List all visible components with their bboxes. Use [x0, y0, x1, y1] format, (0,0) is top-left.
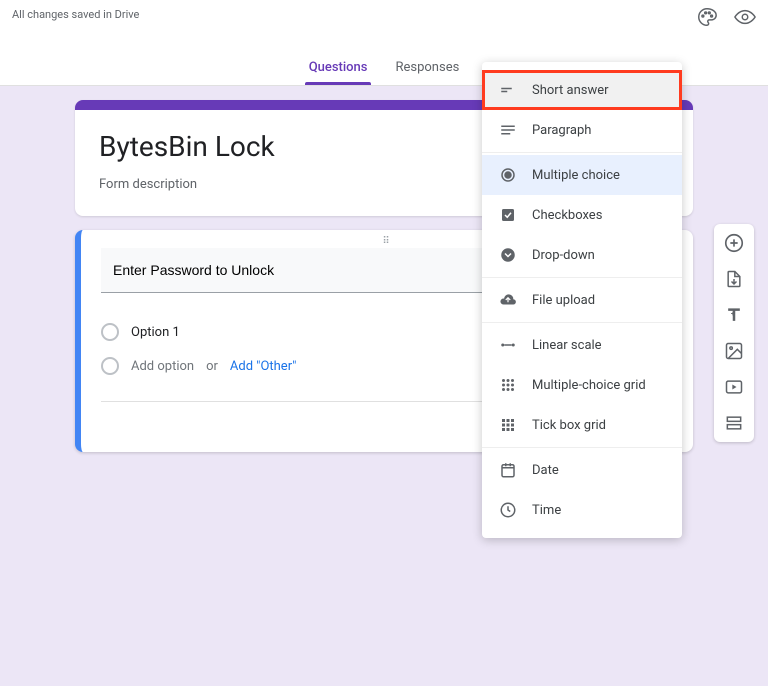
type-tick-grid[interactable]: Tick box grid [482, 405, 682, 445]
or-label: or [206, 359, 218, 374]
add-title-icon[interactable] [723, 304, 745, 326]
tab-responses[interactable]: Responses [395, 52, 459, 85]
clock-icon [498, 500, 518, 520]
type-mc-grid[interactable]: Multiple-choice grid [482, 365, 682, 405]
add-option-label[interactable]: Add option [131, 359, 194, 374]
dd-label: Time [532, 503, 561, 518]
type-date[interactable]: Date [482, 450, 682, 490]
dd-label: Multiple-choice grid [532, 378, 646, 393]
add-question-icon[interactable] [723, 232, 745, 254]
type-time[interactable]: Time [482, 490, 682, 530]
radio-icon [101, 323, 119, 341]
dropdown-icon [498, 245, 518, 265]
type-linear-scale[interactable]: Linear scale [482, 325, 682, 365]
preview-icon[interactable] [734, 6, 756, 28]
add-section-icon[interactable] [723, 412, 745, 434]
dd-label: Date [532, 463, 559, 478]
short-answer-icon [498, 80, 518, 100]
import-questions-icon[interactable] [723, 268, 745, 290]
type-file-upload[interactable]: File upload [482, 280, 682, 320]
type-dropdown[interactable]: Drop-down [482, 235, 682, 275]
topbar: All changes saved in Drive [0, 0, 768, 52]
dd-label: Short answer [532, 83, 609, 98]
side-toolbar [714, 224, 754, 442]
dd-label: Multiple choice [532, 168, 620, 183]
option-label[interactable]: Option 1 [131, 325, 180, 340]
topbar-actions [696, 6, 756, 28]
dd-label: Checkboxes [532, 208, 602, 223]
type-paragraph[interactable]: Paragraph [482, 110, 682, 150]
dd-label: File upload [532, 293, 595, 308]
add-other-button[interactable]: Add "Other" [230, 359, 296, 374]
cloud-upload-icon [498, 290, 518, 310]
dd-label: Tick box grid [532, 418, 606, 433]
type-multiple-choice[interactable]: Multiple choice [482, 155, 682, 195]
dd-label: Paragraph [532, 123, 591, 138]
dd-label: Linear scale [532, 338, 602, 353]
add-image-toolbar-icon[interactable] [723, 340, 745, 362]
calendar-icon [498, 460, 518, 480]
tab-questions[interactable]: Questions [309, 52, 368, 85]
add-video-icon[interactable] [723, 376, 745, 398]
dd-label: Drop-down [532, 248, 595, 263]
question-type-dropdown: Short answer Paragraph Multiple choice C… [482, 62, 682, 538]
palette-icon[interactable] [696, 6, 718, 28]
linear-scale-icon [498, 335, 518, 355]
type-checkboxes[interactable]: Checkboxes [482, 195, 682, 235]
grid-squares-icon [498, 415, 518, 435]
drag-handle-icon[interactable]: ⠿ [382, 236, 391, 247]
grid-dots-icon [498, 375, 518, 395]
radio-icon [101, 357, 119, 375]
paragraph-icon [498, 120, 518, 140]
radio-selected-icon [498, 165, 518, 185]
save-status: All changes saved in Drive [12, 8, 139, 21]
checkbox-icon [498, 205, 518, 225]
type-short-answer[interactable]: Short answer [482, 70, 682, 110]
